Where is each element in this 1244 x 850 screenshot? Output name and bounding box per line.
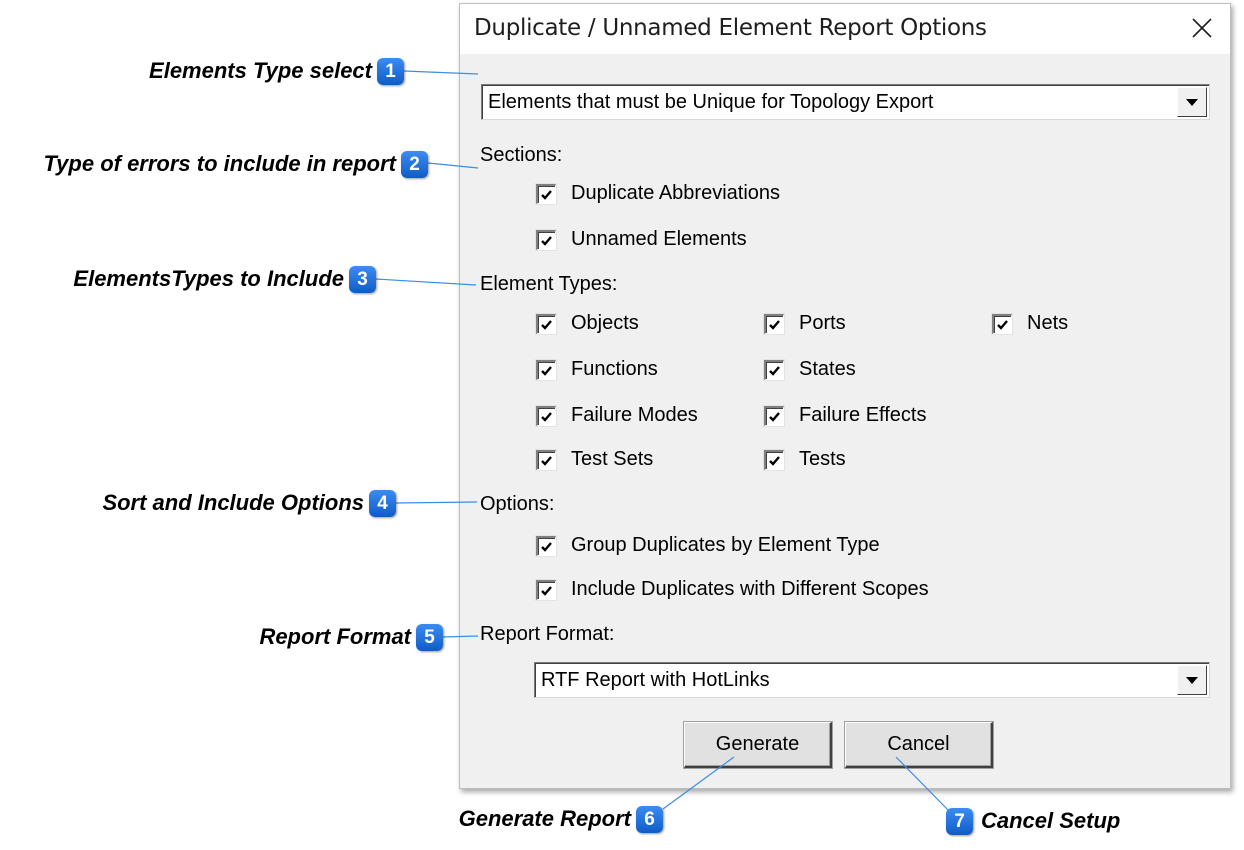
checkbox-label: Duplicate Abbreviations	[571, 182, 781, 204]
checkbox-label: Failure Modes	[571, 404, 698, 426]
element-types-label: Element Types:	[480, 273, 618, 295]
callout-badge-4: 4	[369, 490, 396, 517]
checkmark-icon	[541, 541, 552, 552]
checkbox-box[interactable]	[536, 405, 556, 426]
checkbox-box[interactable]	[536, 359, 556, 380]
checkbox-box[interactable]	[764, 359, 784, 380]
checkbox-ports[interactable]: Ports	[764, 312, 846, 335]
callout-label-2: Type of errors to include in report	[43, 151, 396, 176]
close-icon	[1192, 18, 1212, 38]
checkbox-box[interactable]	[764, 313, 784, 334]
checkbox-nets[interactable]: Nets	[992, 312, 1068, 335]
checkbox-unnamed-elements[interactable]: Unnamed Elements	[536, 228, 747, 251]
checkmark-icon	[541, 365, 552, 376]
checkmark-icon	[541, 455, 552, 466]
title-bar: Duplicate / Unnamed Element Report Optio…	[460, 4, 1230, 54]
checkmark-icon	[541, 189, 552, 200]
checkbox-label: Test Sets	[571, 448, 654, 470]
checkbox-label: Objects	[571, 312, 639, 334]
cancel-button[interactable]: Cancel	[845, 722, 993, 768]
close-button[interactable]	[1182, 8, 1222, 48]
checkbox-duplicate-abbreviations[interactable]: Duplicate Abbreviations	[536, 182, 780, 205]
report-format-dropdown-button[interactable]	[1177, 665, 1207, 695]
checkmark-icon	[541, 319, 552, 330]
callout-label-6: Generate Report	[458, 806, 631, 831]
checkbox-functions[interactable]: Functions	[536, 358, 658, 381]
checkbox-failure-effects[interactable]: Failure Effects	[764, 404, 926, 427]
report-format-select-value: RTF Report with HotLinks	[541, 669, 770, 691]
callout-label-7: Cancel Setup	[981, 808, 1121, 833]
report-format-select[interactable]: RTF Report with HotLinks	[534, 662, 1210, 698]
checkmark-icon	[541, 585, 552, 596]
chevron-down-icon	[1186, 99, 1198, 106]
checkmark-icon	[769, 455, 780, 466]
report-format-label: Report Format:	[480, 623, 615, 645]
checkmark-icon	[769, 319, 780, 330]
callout-label-5: Report Format	[259, 624, 411, 649]
callout-badge-5: 5	[416, 624, 443, 651]
checkbox-box[interactable]	[764, 449, 784, 470]
checkbox-group-duplicates[interactable]: Group Duplicates by Element Type	[536, 534, 880, 557]
checkbox-label: Include Duplicates with Different Scopes	[571, 578, 929, 600]
callout-label-3: ElementsTypes to Include	[73, 266, 344, 291]
callout-badge-6: 6	[636, 806, 663, 833]
checkbox-box[interactable]	[764, 405, 784, 426]
checkbox-objects[interactable]: Objects	[536, 312, 639, 335]
checkmark-icon	[997, 319, 1008, 330]
checkbox-states[interactable]: States	[764, 358, 856, 381]
checkbox-box[interactable]	[536, 183, 556, 204]
callout-badge-7: 7	[946, 808, 973, 835]
element-type-dropdown-button[interactable]	[1177, 87, 1207, 117]
checkbox-box[interactable]	[536, 535, 556, 556]
checkmark-icon	[541, 411, 552, 422]
checkbox-tests[interactable]: Tests	[764, 448, 846, 471]
checkbox-include-different-scopes[interactable]: Include Duplicates with Different Scopes	[536, 578, 929, 601]
element-type-select-value: Elements that must be Unique for Topolog…	[488, 91, 934, 113]
sections-label: Sections:	[480, 144, 563, 166]
checkmark-icon	[541, 235, 552, 246]
checkbox-test-sets[interactable]: Test Sets	[536, 448, 653, 471]
checkbox-label: Failure Effects	[799, 404, 927, 426]
checkbox-failure-modes[interactable]: Failure Modes	[536, 404, 698, 427]
checkbox-label: Ports	[799, 312, 846, 334]
checkbox-label: Unnamed Elements	[571, 228, 747, 250]
generate-button[interactable]: Generate	[684, 722, 832, 768]
checkbox-label: Group Duplicates by Element Type	[571, 534, 880, 556]
checkmark-icon	[769, 365, 780, 376]
report-options-dialog: Duplicate / Unnamed Element Report Optio…	[459, 3, 1231, 789]
element-type-select[interactable]: Elements that must be Unique for Topolog…	[481, 84, 1210, 120]
callout-badge-3: 3	[349, 266, 376, 293]
checkbox-box[interactable]	[536, 449, 556, 470]
callout-badge-2: 2	[401, 151, 428, 178]
checkbox-box[interactable]	[536, 313, 556, 334]
callout-label-4: Sort and Include Options	[102, 490, 364, 515]
checkbox-label: States	[799, 358, 856, 380]
checkbox-box[interactable]	[536, 579, 556, 600]
chevron-down-icon	[1186, 677, 1198, 684]
checkbox-box[interactable]	[992, 313, 1012, 334]
checkbox-box[interactable]	[536, 229, 556, 250]
checkmark-icon	[769, 411, 780, 422]
checkbox-label: Functions	[571, 358, 658, 380]
callout-badge-1: 1	[377, 58, 404, 85]
checkbox-label: Nets	[1027, 312, 1069, 334]
options-label: Options:	[480, 493, 555, 515]
checkbox-label: Tests	[799, 448, 846, 470]
callout-label-1: Elements Type select	[149, 58, 372, 83]
dialog-title: Duplicate / Unnamed Element Report Optio…	[474, 15, 987, 41]
